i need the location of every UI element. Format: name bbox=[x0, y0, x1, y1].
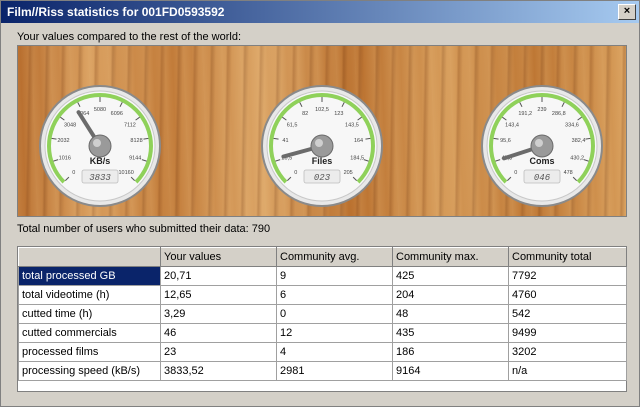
cell-community-max[interactable]: 9164 bbox=[392, 361, 509, 381]
files-gauge: 020,54161,582102,5123143,5164184,5205Fil… bbox=[261, 85, 383, 207]
gauge-tick-label: 2032 bbox=[57, 138, 69, 144]
cell-your-value[interactable]: 3833,52 bbox=[160, 361, 277, 381]
gauge-hub-highlight bbox=[315, 139, 323, 147]
gauge-tick-label: 41 bbox=[282, 138, 288, 144]
gauge-panel: 0 1016 2032 3048 4064 5080 6096 7112 8128 9144 101… bbox=[17, 45, 627, 217]
gauge-tick-label: 0 bbox=[294, 170, 297, 176]
gauge-tick-label: 7112 bbox=[124, 122, 136, 128]
gauge-tick-label: 334,6 bbox=[565, 122, 579, 128]
cell-community-total[interactable]: n/a bbox=[508, 361, 627, 381]
gauge-tick-label: 143,4 bbox=[505, 122, 519, 128]
cell-your-value[interactable]: 12,65 bbox=[160, 285, 277, 305]
gauge-hub bbox=[530, 134, 554, 158]
gauge-tick-label: 286,8 bbox=[552, 111, 566, 117]
gauge-tick-label: 61,5 bbox=[287, 122, 298, 128]
cell-your-value[interactable]: 23 bbox=[160, 342, 277, 362]
row-label[interactable]: cutted time (h) bbox=[18, 304, 161, 324]
gauge-hub bbox=[310, 134, 334, 158]
gauge-readout: 046 bbox=[534, 173, 551, 183]
column-header-community-max[interactable]: Community max. bbox=[392, 247, 509, 267]
grid-header-row: Your values Community avg. Community max… bbox=[18, 247, 627, 267]
cell-community-total[interactable]: 7792 bbox=[508, 266, 627, 286]
column-header-community-avg[interactable]: Community avg. bbox=[276, 247, 393, 267]
speed-gauge: 0101620323048406450806096711281289144101… bbox=[39, 85, 161, 207]
gauge-tick-label: 1016 bbox=[59, 155, 71, 161]
gauge-readout: 3833 bbox=[89, 173, 111, 183]
gauge-tick-label: 82 bbox=[302, 111, 308, 117]
column-header-community-total[interactable]: Community total bbox=[508, 247, 627, 267]
cell-community-max[interactable]: 48 bbox=[392, 304, 509, 324]
gauge-tick-label: 184,5 bbox=[350, 155, 364, 161]
gauge-tick-label: 0 bbox=[72, 170, 75, 176]
gauge-tick-label: 205 bbox=[344, 170, 353, 176]
cell-community-total[interactable]: 3202 bbox=[508, 342, 627, 362]
gauge-tick-label: 0 bbox=[514, 170, 517, 176]
gauge-hub-highlight bbox=[93, 139, 101, 147]
gauge-tick-label: 382,4 bbox=[572, 138, 586, 144]
column-header-your-values[interactable]: Your values bbox=[160, 247, 277, 267]
gauge-tick-label: 6096 bbox=[111, 111, 123, 117]
table-row[interactable]: total videotime (h) 12,65 6 204 4760 bbox=[18, 285, 627, 305]
row-label[interactable]: total videotime (h) bbox=[18, 285, 161, 305]
cell-community-max[interactable]: 425 bbox=[392, 266, 509, 286]
table-row[interactable]: cutted commercials 46 12 435 9499 bbox=[18, 323, 627, 343]
compare-label: Your values compared to the rest of the … bbox=[17, 31, 241, 43]
window-title: Film//Riss statistics for 001FD0593592 bbox=[7, 5, 225, 19]
gauge-tick-label: 3048 bbox=[64, 122, 76, 128]
close-button[interactable]: × bbox=[618, 4, 636, 20]
gauge-hub bbox=[88, 134, 112, 158]
gauge-tick-label: 8128 bbox=[130, 138, 142, 144]
cell-community-max[interactable]: 186 bbox=[392, 342, 509, 362]
gauge-tick-label: 430,2 bbox=[570, 155, 584, 161]
users-count-label: Total number of users who submitted thei… bbox=[17, 223, 271, 235]
cell-community-avg[interactable]: 9 bbox=[276, 266, 393, 286]
cell-community-total[interactable]: 4760 bbox=[508, 285, 627, 305]
cell-community-avg[interactable]: 0 bbox=[276, 304, 393, 324]
table-row[interactable]: processed films 23 4 186 3202 bbox=[18, 342, 627, 362]
cell-community-max[interactable]: 204 bbox=[392, 285, 509, 305]
table-row[interactable]: processing speed (kB/s) 3833,52 2981 916… bbox=[18, 361, 627, 381]
cell-community-avg[interactable]: 12 bbox=[276, 323, 393, 343]
cell-community-total[interactable]: 542 bbox=[508, 304, 627, 324]
cell-community-total[interactable]: 9499 bbox=[508, 323, 627, 343]
gauge-tick-label: 239 bbox=[537, 107, 546, 113]
cell-community-avg[interactable]: 2981 bbox=[276, 361, 393, 381]
title-bar[interactable]: Film//Riss statistics for 001FD0593592 × bbox=[1, 1, 639, 23]
table-row[interactable]: cutted time (h) 3,29 0 48 542 bbox=[18, 304, 627, 324]
statistics-grid[interactable]: Your values Community avg. Community max… bbox=[17, 246, 627, 392]
gauge-tick-label: 102,5 bbox=[315, 107, 329, 113]
commercials-gauge: 047,895,6143,4191,2239286,8334,6382,4430… bbox=[481, 85, 603, 207]
gauge-hub-highlight bbox=[535, 139, 543, 147]
gauge-readout: 023 bbox=[314, 173, 331, 183]
gauge-tick-label: 95,6 bbox=[500, 138, 511, 144]
gauge-tick-label: 123 bbox=[334, 111, 343, 117]
cell-community-max[interactable]: 435 bbox=[392, 323, 509, 343]
cell-your-value[interactable]: 46 bbox=[160, 323, 277, 343]
gauge-tick-label: 478 bbox=[564, 170, 573, 176]
gauge-tick-label: 164 bbox=[354, 138, 363, 144]
row-label[interactable]: processed films bbox=[18, 342, 161, 362]
column-header-blank bbox=[18, 247, 161, 267]
cell-community-avg[interactable]: 6 bbox=[276, 285, 393, 305]
row-label[interactable]: cutted commercials bbox=[18, 323, 161, 343]
cell-your-value[interactable]: 20,71 bbox=[160, 266, 277, 286]
row-label[interactable]: total processed GB bbox=[18, 266, 161, 286]
gauge-tick-label: 9144 bbox=[129, 155, 141, 161]
table-row[interactable]: total processed GB 20,71 9 425 7792 bbox=[18, 266, 627, 286]
gauge-tick-label: 10160 bbox=[119, 170, 134, 176]
gauge-tick-label: 191,2 bbox=[518, 111, 532, 117]
cell-your-value[interactable]: 3,29 bbox=[160, 304, 277, 324]
gauge-tick-label: 5080 bbox=[94, 107, 106, 113]
statistics-window: Film//Riss statistics for 001FD0593592 ×… bbox=[0, 0, 640, 407]
gauge-tick-label: 143,5 bbox=[345, 122, 359, 128]
cell-community-avg[interactable]: 4 bbox=[276, 342, 393, 362]
row-label[interactable]: processing speed (kB/s) bbox=[18, 361, 161, 381]
